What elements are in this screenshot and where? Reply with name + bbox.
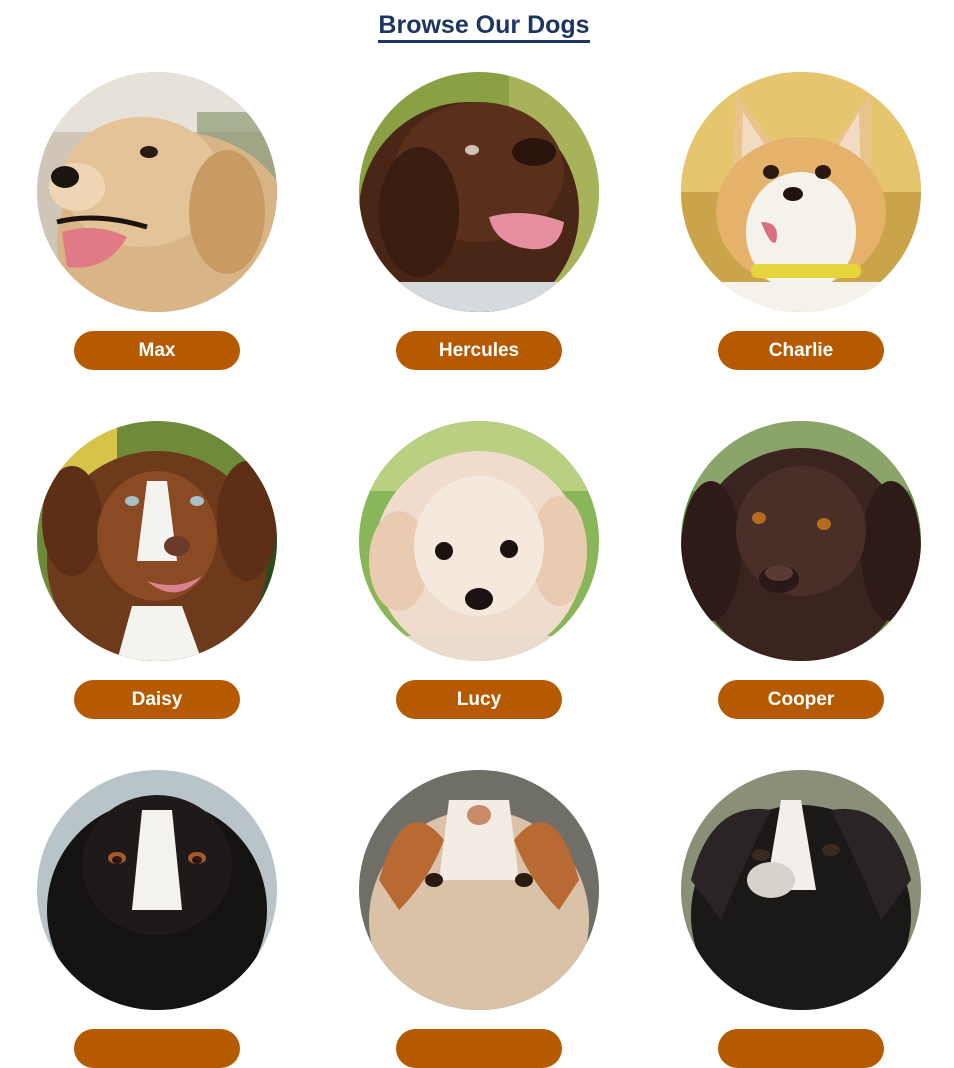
dog-card-9[interactable] — [681, 770, 921, 1068]
dog-card-max[interactable]: Max — [37, 72, 277, 370]
dog-name-button-charlie[interactable]: Charlie — [718, 331, 884, 370]
dog-name-button-daisy[interactable]: Daisy — [74, 680, 240, 719]
dog-card-cooper[interactable]: Cooper — [681, 421, 921, 719]
newfoundland-image — [359, 72, 599, 312]
dog-photo-corgi[interactable] — [681, 72, 921, 312]
dog-photo-bernese-mountain-dog[interactable] — [37, 770, 277, 1010]
bulldog-image — [359, 770, 599, 1010]
dog-grid: Max Hercules Charlie Daisy Lucy Cooper — [0, 0, 954, 1068]
golden-retriever-image — [37, 72, 277, 312]
corgi-image — [681, 72, 921, 312]
spaniel-image — [681, 421, 921, 661]
dog-photo-golden-retriever[interactable] — [37, 72, 277, 312]
dog-name-button-8[interactable] — [396, 1029, 562, 1068]
dog-photo-australian-shepherd[interactable] — [37, 421, 277, 661]
dog-photo-spaniel[interactable] — [681, 421, 921, 661]
dog-name-button-7[interactable] — [74, 1029, 240, 1068]
dog-card-hercules[interactable]: Hercules — [359, 72, 599, 370]
poodle-puppy-image — [359, 421, 599, 661]
boxer-mix-image — [681, 770, 921, 1010]
dog-name-button-hercules[interactable]: Hercules — [396, 331, 562, 370]
dog-name-button-max[interactable]: Max — [74, 331, 240, 370]
dog-name-button-cooper[interactable]: Cooper — [718, 680, 884, 719]
dog-card-8[interactable] — [359, 770, 599, 1068]
dog-photo-newfoundland[interactable] — [359, 72, 599, 312]
dog-photo-bulldog[interactable] — [359, 770, 599, 1010]
australian-shepherd-image — [37, 421, 277, 661]
dog-photo-poodle-puppy[interactable] — [359, 421, 599, 661]
dog-name-button-9[interactable] — [718, 1029, 884, 1068]
dog-card-daisy[interactable]: Daisy — [37, 421, 277, 719]
dog-photo-boxer-mix[interactable] — [681, 770, 921, 1010]
bernese-mountain-dog-image — [37, 770, 277, 1010]
dog-card-charlie[interactable]: Charlie — [681, 72, 921, 370]
dog-card-lucy[interactable]: Lucy — [359, 421, 599, 719]
dog-card-7[interactable] — [37, 770, 277, 1068]
dog-name-button-lucy[interactable]: Lucy — [396, 680, 562, 719]
